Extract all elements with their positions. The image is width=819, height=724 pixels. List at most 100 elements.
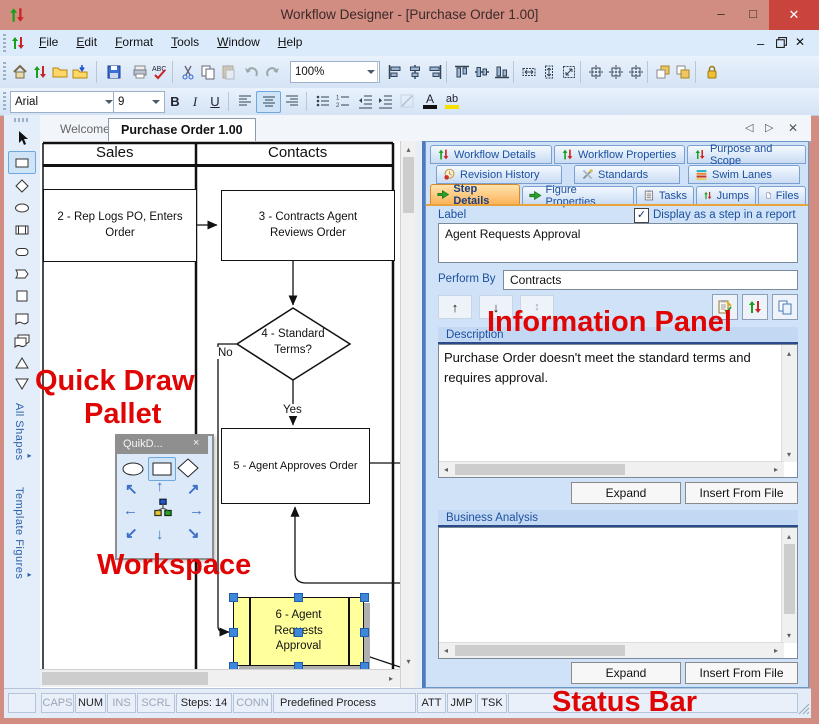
mdi-minimize-button[interactable]: – bbox=[757, 36, 764, 51]
minimize-button[interactable]: – bbox=[706, 6, 736, 24]
align-right-objects-button[interactable] bbox=[423, 60, 446, 83]
tab-revision-history[interactable]: Revision History bbox=[436, 165, 562, 184]
scroll-down-icon[interactable]: ▾ bbox=[782, 448, 796, 462]
bold-button[interactable]: B bbox=[165, 91, 185, 112]
draw-right-arrow[interactable]: → bbox=[189, 502, 204, 519]
selection-handle[interactable] bbox=[360, 628, 369, 637]
sub-workflow-button[interactable] bbox=[742, 294, 768, 320]
redo-button[interactable] bbox=[260, 60, 283, 83]
tab-step-details[interactable]: Step Details bbox=[430, 184, 520, 205]
panel-splitter[interactable] bbox=[415, 141, 425, 688]
scroll-right-icon[interactable]: ▸ bbox=[771, 644, 781, 658]
center-both-button[interactable] bbox=[624, 60, 647, 83]
import-button[interactable] bbox=[68, 60, 91, 83]
business-expand-button[interactable]: Expand bbox=[571, 662, 681, 684]
increase-indent-button[interactable] bbox=[373, 91, 396, 111]
draw-left-arrow[interactable]: ← bbox=[123, 502, 138, 519]
menu-help[interactable]: Help bbox=[269, 30, 312, 49]
tab-files[interactable]: Files bbox=[758, 186, 806, 205]
business-vscrollbar[interactable]: ▴ ▾ bbox=[781, 528, 797, 643]
highlight-color-button[interactable]: ab bbox=[442, 91, 462, 112]
tab-close-button[interactable]: ✕ bbox=[788, 121, 798, 135]
sidebar-section-template-figures[interactable]: Template Figures▸ bbox=[13, 487, 34, 584]
paste-button[interactable] bbox=[216, 60, 239, 83]
quickdraw-decision-tool[interactable] bbox=[177, 458, 199, 478]
selection-handle[interactable] bbox=[360, 593, 369, 602]
triangle-up-tool[interactable] bbox=[9, 352, 35, 373]
rectangle-tool[interactable] bbox=[8, 151, 36, 174]
draw-up-arrow[interactable]: ↑ bbox=[156, 478, 164, 495]
save-button[interactable] bbox=[102, 60, 125, 83]
draw-down-right-arrow[interactable]: ↘ bbox=[187, 524, 200, 542]
description-hscrollbar[interactable]: ◂ ▸ bbox=[439, 461, 784, 477]
font-size-combobox[interactable]: 9 bbox=[113, 91, 165, 113]
tab-jumps[interactable]: Jumps bbox=[696, 186, 756, 205]
tab-purchase-order[interactable]: Purchase Order 1.00 bbox=[108, 118, 256, 142]
mdi-close-button[interactable]: ✕ bbox=[795, 35, 805, 49]
business-insert-from-file-button[interactable]: Insert From File bbox=[685, 662, 798, 684]
document-tool[interactable] bbox=[9, 308, 35, 329]
scroll-right-icon[interactable]: ▸ bbox=[384, 672, 398, 686]
selection-handle[interactable] bbox=[229, 593, 238, 602]
scroll-down-icon[interactable]: ▾ bbox=[782, 629, 796, 643]
hscroll-thumb[interactable] bbox=[455, 464, 625, 475]
notes-button[interactable] bbox=[712, 294, 738, 320]
display-as-step-checkbox[interactable]: ✓ bbox=[634, 208, 649, 223]
tab-workflow-details[interactable]: Workflow Details bbox=[430, 145, 552, 164]
sidebar-section-all-shapes[interactable]: All Shapes▸ bbox=[13, 403, 34, 466]
selection-handle[interactable] bbox=[294, 593, 303, 602]
tab-purpose-and-scope[interactable]: Purpose and Scope bbox=[687, 145, 806, 164]
tab-tasks[interactable]: Tasks bbox=[636, 186, 694, 205]
draw-up-left-arrow[interactable]: ↖ bbox=[125, 480, 138, 498]
lock-button[interactable] bbox=[700, 60, 723, 83]
menu-tools[interactable]: Tools bbox=[162, 30, 208, 49]
tab-figure-properties[interactable]: Figure Properties bbox=[522, 186, 634, 205]
triangle-down-tool[interactable] bbox=[9, 373, 35, 394]
tab-scroll-left-button[interactable]: ◁ bbox=[745, 121, 753, 134]
numbered-list-button[interactable] bbox=[331, 91, 354, 111]
multi-document-tool[interactable] bbox=[9, 330, 35, 351]
mdi-restore-button[interactable] bbox=[776, 37, 787, 48]
tab-standards[interactable]: Standards bbox=[574, 165, 680, 184]
close-button[interactable]: ✕ bbox=[769, 0, 819, 30]
text-align-left-button[interactable] bbox=[233, 91, 256, 111]
label-input[interactable]: Agent Requests Approval bbox=[438, 223, 798, 263]
description-vscrollbar[interactable]: ▴ ▾ bbox=[781, 345, 797, 462]
resize-grip[interactable] bbox=[798, 703, 810, 715]
scroll-up-icon[interactable]: ▴ bbox=[401, 143, 416, 157]
move-step-down-button[interactable]: ↓ bbox=[479, 295, 513, 319]
draw-down-arrow[interactable]: ↓ bbox=[156, 526, 164, 543]
square-tool[interactable] bbox=[9, 285, 35, 306]
display-shape-tool[interactable] bbox=[9, 263, 35, 284]
flow-step-3[interactable]: 3 - Contracts Agent Reviews Order bbox=[221, 190, 395, 261]
pointer-tool[interactable] bbox=[9, 127, 35, 148]
send-to-back-button[interactable] bbox=[671, 60, 694, 83]
spellcheck-button[interactable] bbox=[148, 60, 171, 83]
draw-down-left-arrow[interactable]: ↙ bbox=[125, 524, 138, 542]
align-bottom-objects-button[interactable] bbox=[490, 60, 513, 83]
perform-by-input[interactable] bbox=[503, 270, 798, 290]
workspace-hscrollbar[interactable]: ▸ bbox=[40, 669, 400, 687]
hscroll-thumb[interactable] bbox=[42, 672, 208, 685]
flow-step-2[interactable]: 2 - Rep Logs PO, Enters Order bbox=[43, 189, 197, 262]
menu-window[interactable]: Window bbox=[208, 30, 269, 49]
zoom-combobox[interactable]: 100% bbox=[290, 61, 380, 83]
hscroll-thumb[interactable] bbox=[455, 645, 625, 656]
underline-button[interactable]: U bbox=[205, 91, 225, 112]
workspace-vscrollbar[interactable]: ▴ ▾ bbox=[400, 141, 416, 688]
italic-button[interactable]: I bbox=[185, 91, 205, 112]
description-insert-from-file-button[interactable]: Insert From File bbox=[685, 482, 798, 504]
text-align-center-button[interactable] bbox=[256, 91, 281, 113]
text-direction-button[interactable] bbox=[395, 91, 418, 111]
business-hscrollbar[interactable]: ◂ ▸ bbox=[439, 642, 784, 658]
flow-step-4[interactable]: 4 - Standard Terms? bbox=[259, 327, 327, 358]
move-step-up-button[interactable]: ↑ bbox=[438, 295, 472, 319]
quick-draw-palette[interactable]: QuikD... × ↖ ↑ ↗ ← → ↙ ↓ ↘ bbox=[115, 434, 214, 560]
vscroll-thumb[interactable] bbox=[403, 157, 414, 213]
selection-handle[interactable] bbox=[229, 628, 238, 637]
workspace-canvas[interactable]: Sales Contacts 2 - Rep Logs PO, Enters O… bbox=[40, 141, 400, 688]
scroll-down-icon[interactable]: ▾ bbox=[401, 655, 416, 669]
font-color-button[interactable]: A bbox=[420, 91, 440, 112]
scroll-up-icon[interactable]: ▴ bbox=[782, 347, 796, 361]
scroll-up-icon[interactable]: ▴ bbox=[782, 530, 796, 544]
